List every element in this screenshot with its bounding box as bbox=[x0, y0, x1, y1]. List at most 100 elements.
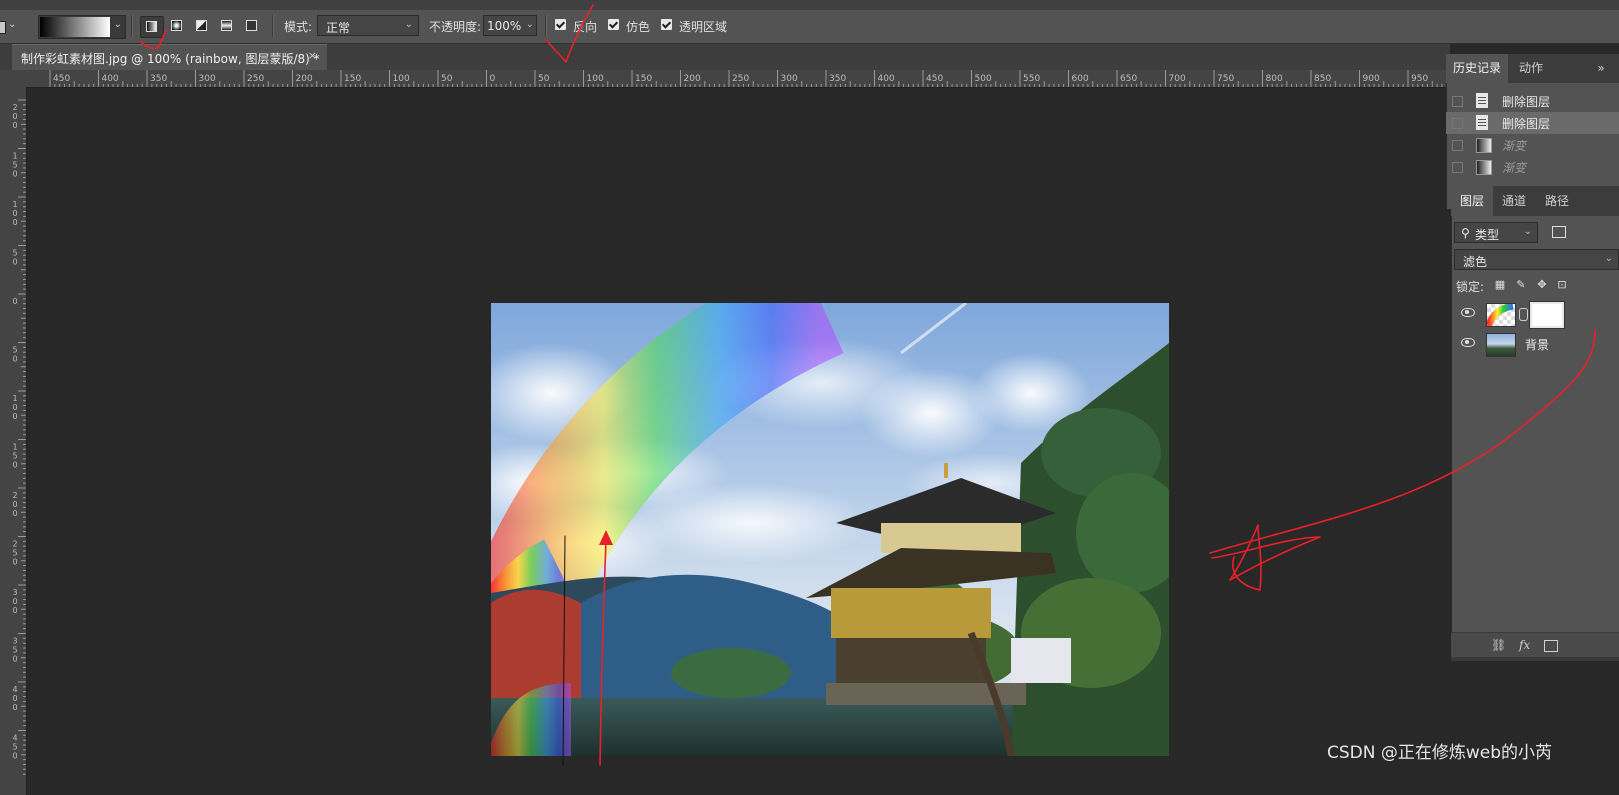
layer-filter-value: 类型 bbox=[1475, 228, 1500, 242]
fx-icon[interactable]: fx bbox=[1519, 638, 1530, 652]
history-item-label: 渐变 bbox=[1502, 139, 1527, 153]
angle-gradient-button[interactable] bbox=[191, 16, 213, 36]
gradient-preview bbox=[40, 17, 110, 37]
ruler-label: 250 bbox=[247, 74, 264, 84]
tab-paths[interactable]: 路径 bbox=[1537, 186, 1577, 216]
history-item[interactable]: 渐变 bbox=[1446, 156, 1619, 178]
separator bbox=[545, 15, 547, 37]
link-icon[interactable]: ⛓ bbox=[1491, 638, 1506, 652]
layer-thumbnail bbox=[1486, 333, 1516, 357]
lock-position-icon[interactable]: ✥ bbox=[1536, 279, 1548, 291]
history-item-selected[interactable]: 删除图层 bbox=[1446, 112, 1619, 134]
ruler-label: 0 bbox=[12, 412, 17, 421]
dither-checkbox[interactable] bbox=[608, 19, 619, 30]
close-icon[interactable]: × bbox=[308, 49, 317, 62]
ruler-label: 5 bbox=[12, 161, 17, 170]
ruler-label: 3 bbox=[12, 637, 17, 646]
mode-select[interactable]: 正常 ⌄ bbox=[317, 15, 419, 36]
dither-label: 仿色 bbox=[626, 20, 651, 34]
panel-edge bbox=[1451, 657, 1619, 661]
vertical-ruler[interactable]: 20015010050050100150200250300350400450 bbox=[0, 87, 27, 795]
history-snapshot-box[interactable] bbox=[1452, 118, 1463, 129]
mask-link-icon[interactable] bbox=[1519, 308, 1528, 321]
ruler-label: 150 bbox=[344, 74, 361, 84]
document-tab[interactable]: 制作彩虹素材图.jpg @ 100% (rainbow, 图层蒙版/8) * × bbox=[12, 44, 327, 71]
separator bbox=[272, 15, 274, 37]
layer-filter-select[interactable]: ⚲ 类型 ⌄ bbox=[1454, 222, 1538, 243]
visibility-eye-icon[interactable] bbox=[1461, 338, 1475, 347]
history-item[interactable]: 渐变 bbox=[1446, 134, 1619, 156]
lock-artboard-icon[interactable]: ⊡ bbox=[1556, 279, 1568, 291]
layer-row-rainbow[interactable] bbox=[1451, 300, 1619, 329]
linear-gradient-icon bbox=[146, 21, 157, 32]
chevron-down-icon: ⌄ bbox=[113, 19, 122, 30]
ruler-label: 0 bbox=[12, 209, 17, 218]
ruler-label: 0 bbox=[12, 500, 17, 509]
history-item-label: 删除图层 bbox=[1502, 95, 1551, 109]
radial-gradient-icon bbox=[171, 20, 182, 31]
layer-row-background[interactable]: 背景 bbox=[1451, 330, 1619, 359]
history-snapshot-box[interactable] bbox=[1452, 140, 1463, 151]
gradient-icon bbox=[1476, 160, 1492, 175]
radial-gradient-button[interactable] bbox=[166, 16, 188, 36]
blend-mode-select[interactable]: 滤色 ⌄ bbox=[1454, 249, 1619, 270]
history-item[interactable]: 删除图层 bbox=[1446, 90, 1619, 112]
diamond-gradient-button[interactable] bbox=[241, 16, 263, 36]
opacity-value: 100% bbox=[487, 19, 522, 33]
tab-history[interactable]: 历史记录 bbox=[1446, 54, 1508, 83]
ruler-label: 5 bbox=[12, 346, 17, 355]
opacity-input[interactable]: 100% ⌄ bbox=[483, 15, 537, 36]
ruler-label: 50 bbox=[538, 74, 550, 84]
ruler-label: 0 bbox=[12, 258, 17, 267]
ruler-label: 2 bbox=[12, 103, 17, 112]
tool-preset-picker[interactable]: ⌄ bbox=[0, 17, 22, 37]
canvas-image[interactable] bbox=[491, 303, 1169, 756]
history-snapshot-box[interactable] bbox=[1452, 162, 1463, 173]
tool-preset-swatch bbox=[0, 21, 6, 34]
ruler-label: 0 bbox=[12, 112, 17, 121]
reflected-gradient-button[interactable] bbox=[216, 16, 238, 36]
separator bbox=[131, 15, 133, 37]
history-snapshot-box[interactable] bbox=[1452, 96, 1463, 107]
lock-label: 锁定: bbox=[1456, 280, 1485, 294]
ruler-label: 1 bbox=[12, 200, 17, 209]
tab-layers[interactable]: 图层 bbox=[1451, 186, 1493, 216]
ruler-label: 300 bbox=[199, 74, 216, 84]
ruler-label: 1 bbox=[12, 394, 17, 403]
horizontal-ruler[interactable]: 450 400 350 300 250 200 150 100 50 0 50 100 150 200 25… bbox=[10, 70, 1450, 88]
image-filter-icon[interactable] bbox=[1552, 226, 1566, 238]
reverse-checkbox[interactable] bbox=[555, 19, 566, 30]
ruler-label: 750 bbox=[1217, 74, 1234, 84]
mode-label: 模式: bbox=[284, 20, 313, 34]
layer-mask-thumbnail[interactable] bbox=[1529, 301, 1565, 329]
tab-channels[interactable]: 通道 bbox=[1493, 186, 1535, 216]
panel-menu-icon[interactable]: » bbox=[1596, 54, 1606, 83]
visibility-eye-icon[interactable] bbox=[1461, 308, 1475, 317]
chevron-down-icon: ⌄ bbox=[1523, 226, 1532, 237]
ruler-label: 400 bbox=[102, 74, 119, 84]
lock-transparent-pixels-icon[interactable]: ▦ bbox=[1494, 279, 1506, 291]
transparency-label: 透明区域 bbox=[679, 20, 728, 34]
ruler-label: 0 bbox=[12, 694, 17, 703]
lock-image-pixels-icon[interactable]: ✎ bbox=[1515, 279, 1527, 291]
ruler-label: 50 bbox=[441, 74, 453, 84]
ruler-label: 0 bbox=[12, 355, 17, 364]
mask-icon[interactable] bbox=[1544, 640, 1558, 652]
ruler-label: 5 bbox=[12, 743, 17, 752]
ruler-label: 200 bbox=[684, 74, 701, 84]
chevron-down-icon: ⌄ bbox=[1604, 253, 1613, 264]
chevron-down-icon: ⌄ bbox=[8, 19, 17, 30]
gradient-picker[interactable]: ⌄ bbox=[38, 15, 126, 39]
ruler-label: 800 bbox=[1266, 74, 1283, 84]
linear-gradient-button[interactable] bbox=[140, 16, 164, 38]
diamond-gradient-icon bbox=[246, 20, 257, 31]
ruler-label: 5 bbox=[12, 452, 17, 461]
tab-actions[interactable]: 动作 bbox=[1508, 54, 1554, 83]
ruler-label: 2 bbox=[12, 540, 17, 549]
ruler-label: 4 bbox=[12, 734, 17, 743]
ruler-label: 350 bbox=[150, 74, 167, 84]
kinkakuji-rainbow-photo bbox=[491, 303, 1169, 756]
watermark-text: CSDN @正在修炼web的小芮 bbox=[1326, 743, 1552, 763]
ruler-label: 100 bbox=[587, 74, 604, 84]
transparency-checkbox[interactable] bbox=[661, 19, 672, 30]
